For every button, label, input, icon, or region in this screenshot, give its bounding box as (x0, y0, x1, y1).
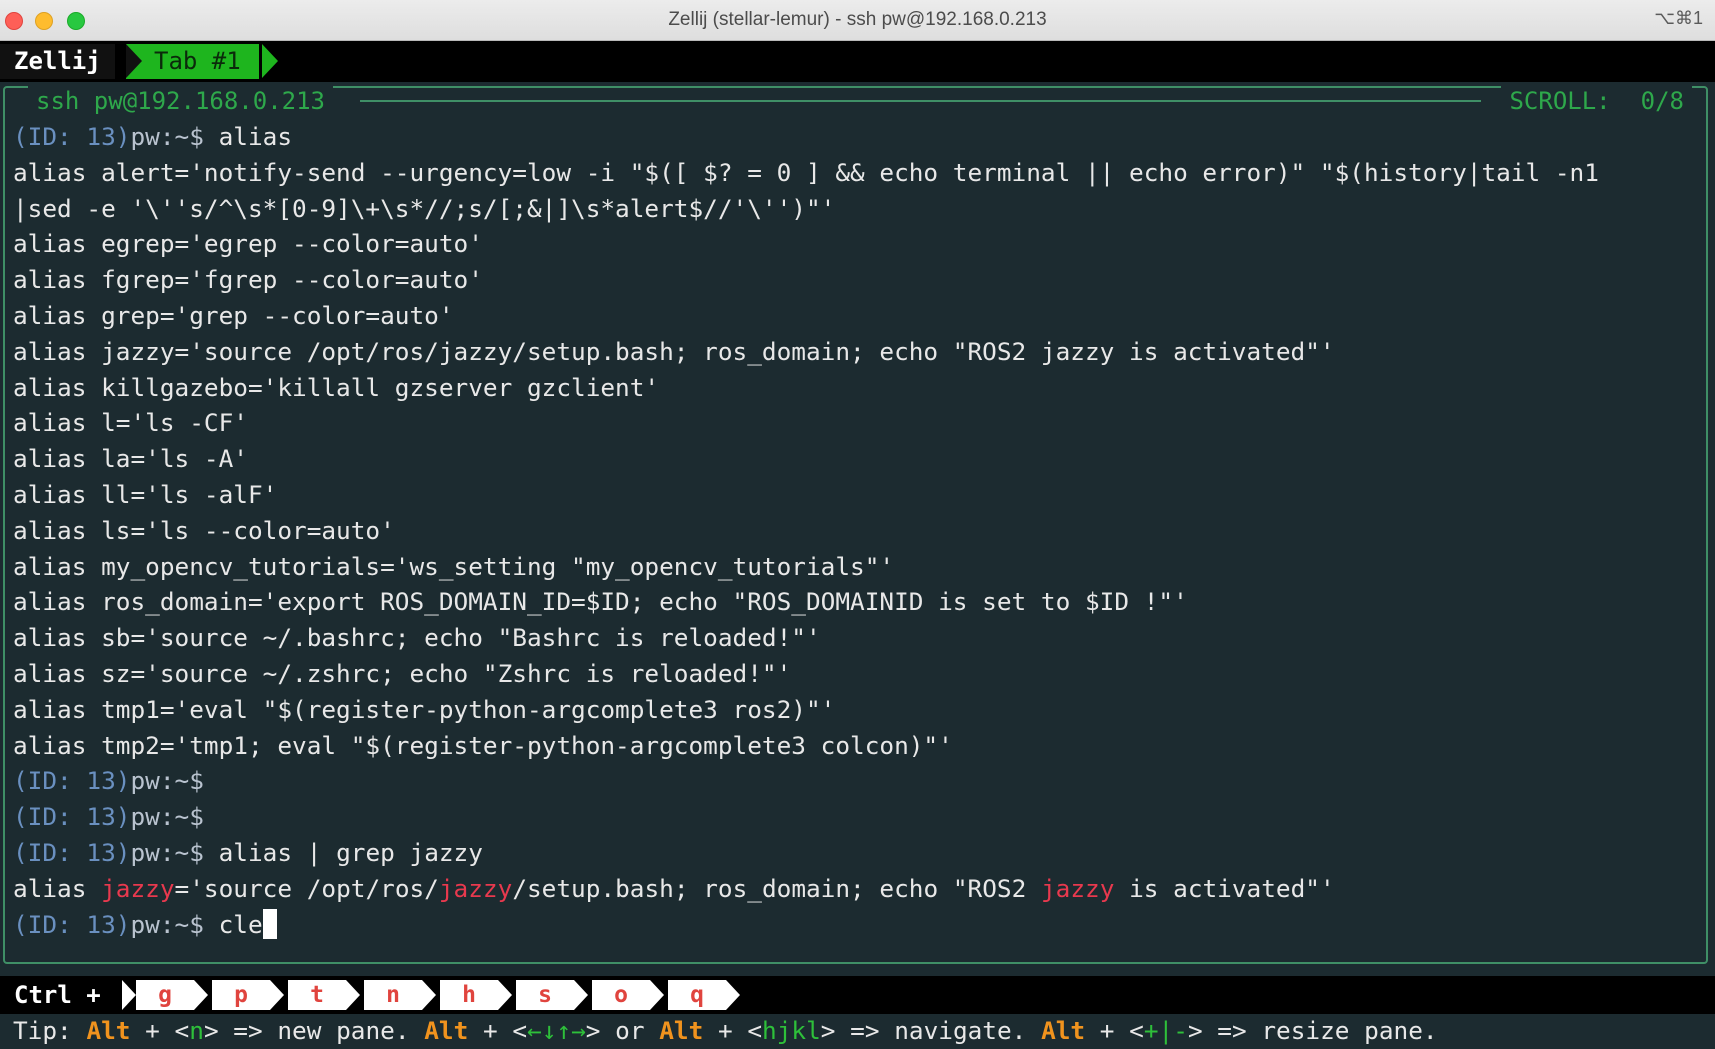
key-arrow-icon (650, 980, 664, 1010)
tip-alt-key: Alt (86, 1016, 131, 1045)
output-line: alias la='ls -A' (13, 444, 248, 474)
key-n[interactable]: n (364, 980, 422, 1010)
tab-end-arrow-icon (262, 44, 278, 78)
tip-text: > => resize pane. (1187, 1016, 1438, 1045)
grep-result-line: alias jazzy='source /opt/ros/jazzy/setup… (13, 871, 1703, 907)
grep-match: jazzy (101, 873, 175, 903)
prompt-user: pw:~$ (130, 909, 204, 939)
grep-text: alias (13, 873, 102, 903)
output-line: alias sz='source ~/.zshrc; echo "Zshrc i… (13, 658, 792, 688)
key-p[interactable]: p (212, 980, 270, 1010)
key-arrow-icon (574, 980, 588, 1010)
tip-text: + < (703, 1016, 763, 1045)
output-line: |sed -e '\''s/^\s*[0-9]\+\s*//;s/[;&|]\s… (13, 193, 836, 223)
prompt-user: pw:~$ (130, 802, 204, 832)
scroll-label: SCROLL: (1509, 87, 1611, 115)
tip-text: > or (585, 1016, 660, 1045)
key-h[interactable]: h (440, 980, 498, 1010)
active-prompt-line[interactable]: (ID: 13)pw:~$ cle (13, 907, 1703, 943)
key-arrow-icon (122, 980, 136, 1010)
window-shortcut: ⌥⌘1 (1654, 8, 1703, 28)
tip-text: > => navigate. (820, 1016, 1042, 1045)
grep-text: ='source /opt/ros/ (174, 873, 439, 903)
prompt-id: (ID: 13) (13, 837, 131, 867)
tip-key-resize: +|- (1143, 1016, 1188, 1045)
ctrl-modifier-label: Ctrl + (14, 981, 101, 1009)
tip-text: > => new pane. (203, 1016, 425, 1045)
tip-key-arrows: ←↓↑→ (527, 1016, 586, 1045)
prompt-user: pw:~$ (130, 766, 204, 796)
output-line: alias ls='ls --color=auto' (13, 515, 395, 545)
tip-line: Tip: Alt + <n> => new pane. Alt + <←↓↑→>… (13, 1014, 1438, 1048)
tip-key-hjkl: hjkl (762, 1016, 821, 1045)
key-arrow-icon (498, 980, 512, 1010)
prompt-line: (ID: 13)pw:~$ (13, 799, 1703, 835)
prompt-user: pw:~$ (130, 122, 204, 151)
text-cursor (262, 908, 277, 939)
output-line: alias fgrep='fgrep --color=auto' (13, 265, 483, 295)
pane-title-rule (360, 100, 1481, 102)
output-line: alias egrep='egrep --color=auto' (13, 229, 483, 259)
zellij-app-label: Zellij (0, 44, 115, 79)
command-input-text[interactable]: cle (204, 910, 263, 939)
grep-match: jazzy (1040, 873, 1115, 903)
output-line: alias tmp1='eval "$(register-python-argc… (13, 694, 836, 724)
prompt-id: (ID: 13) (13, 909, 131, 939)
key-s[interactable]: s (516, 980, 574, 1010)
output-line: alias alert='notify-send --urgency=low -… (13, 157, 1599, 187)
tip-text: + < (1085, 1016, 1144, 1045)
output-line: alias grep='grep --color=auto' (13, 300, 454, 330)
tip-text: + < (468, 1016, 528, 1045)
key-arrow-icon (194, 980, 208, 1010)
tab-1[interactable]: Tab #1 (126, 44, 259, 79)
tip-alt-key: Alt (424, 1016, 469, 1045)
grep-text: is activated"' (1114, 873, 1335, 903)
window-title: Zellij (stellar-lemur) - ssh pw@192.168.… (668, 9, 1047, 30)
output-line: alias ll='ls -alF' (13, 479, 278, 509)
window-titlebar: Zellij (stellar-lemur) - ssh pw@192.168.… (0, 0, 1715, 41)
prompt-id: (ID: 13) (13, 122, 131, 151)
grep-text: /setup.bash; ros_domain; echo "ROS2 (512, 873, 1041, 903)
tip-text: + < (130, 1016, 190, 1045)
prompt-line: (ID: 13)pw:~$ (13, 763, 1703, 799)
tip-prefix: Tip: (13, 1016, 87, 1045)
key-arrow-icon (346, 980, 360, 1010)
zellij-tab-bar: Zellij Tab #1 (0, 41, 1715, 82)
scroll-indicator: SCROLL: 0/8 (1501, 86, 1692, 116)
key-arrow-icon (422, 980, 436, 1010)
prompt-id: (ID: 13) (13, 766, 131, 796)
output-line: alias l='ls -CF' (13, 408, 248, 438)
key-t[interactable]: t (288, 980, 346, 1010)
command-text: alias (203, 122, 293, 151)
grep-match: jazzy (438, 873, 513, 903)
prompt-user: pw:~$ (130, 837, 204, 867)
output-line: alias my_opencv_tutorials='ws_setting "m… (13, 551, 895, 581)
key-q[interactable]: q (668, 980, 726, 1010)
output-line: alias tmp2='tmp1; eval "$(register-pytho… (13, 730, 953, 760)
zellij-status-bar: Ctrl + g p t n h s o q (0, 976, 1715, 1014)
tip-key-n: n (189, 1016, 204, 1045)
output-line: alias jazzy='source /opt/ros/jazzy/setup… (13, 336, 1335, 366)
key-arrow-icon (270, 980, 284, 1010)
output-line: alias killgazebo='killall gzserver gzcli… (13, 372, 660, 402)
prompt-line: (ID: 13)pw:~$ alias (13, 119, 1703, 155)
prompt-line: (ID: 13)pw:~$ alias | grep jazzy (13, 835, 1703, 871)
pane-title: ssh pw@192.168.0.213 (28, 86, 333, 116)
output-line: alias sb='source ~/.bashrc; echo "Bashrc… (13, 623, 821, 653)
key-g[interactable]: g (136, 980, 194, 1010)
command-text: alias | grep jazzy (203, 837, 483, 867)
key-arrow-icon (726, 980, 740, 1010)
scroll-value: 0/8 (1640, 87, 1684, 115)
output-line: alias ros_domain='export ROS_DOMAIN_ID=$… (13, 587, 1188, 617)
tab-separator-icon (126, 44, 142, 78)
terminal-output[interactable]: (ID: 13)pw:~$ alias alias alert='notify-… (13, 119, 1703, 942)
key-o[interactable]: o (592, 980, 650, 1010)
tip-alt-key: Alt (659, 1016, 704, 1045)
prompt-id: (ID: 13) (13, 802, 131, 832)
tip-alt-key: Alt (1041, 1016, 1086, 1045)
